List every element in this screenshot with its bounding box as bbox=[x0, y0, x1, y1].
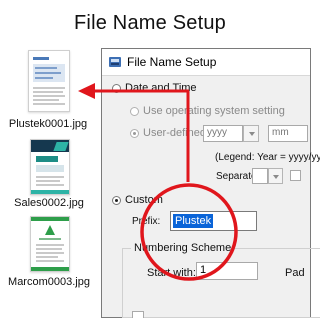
annotation-circle bbox=[140, 183, 238, 281]
annotation-overlay bbox=[78, 83, 238, 281]
arrow-head-icon bbox=[78, 83, 95, 99]
bottom-checkbox[interactable] bbox=[132, 311, 144, 318]
